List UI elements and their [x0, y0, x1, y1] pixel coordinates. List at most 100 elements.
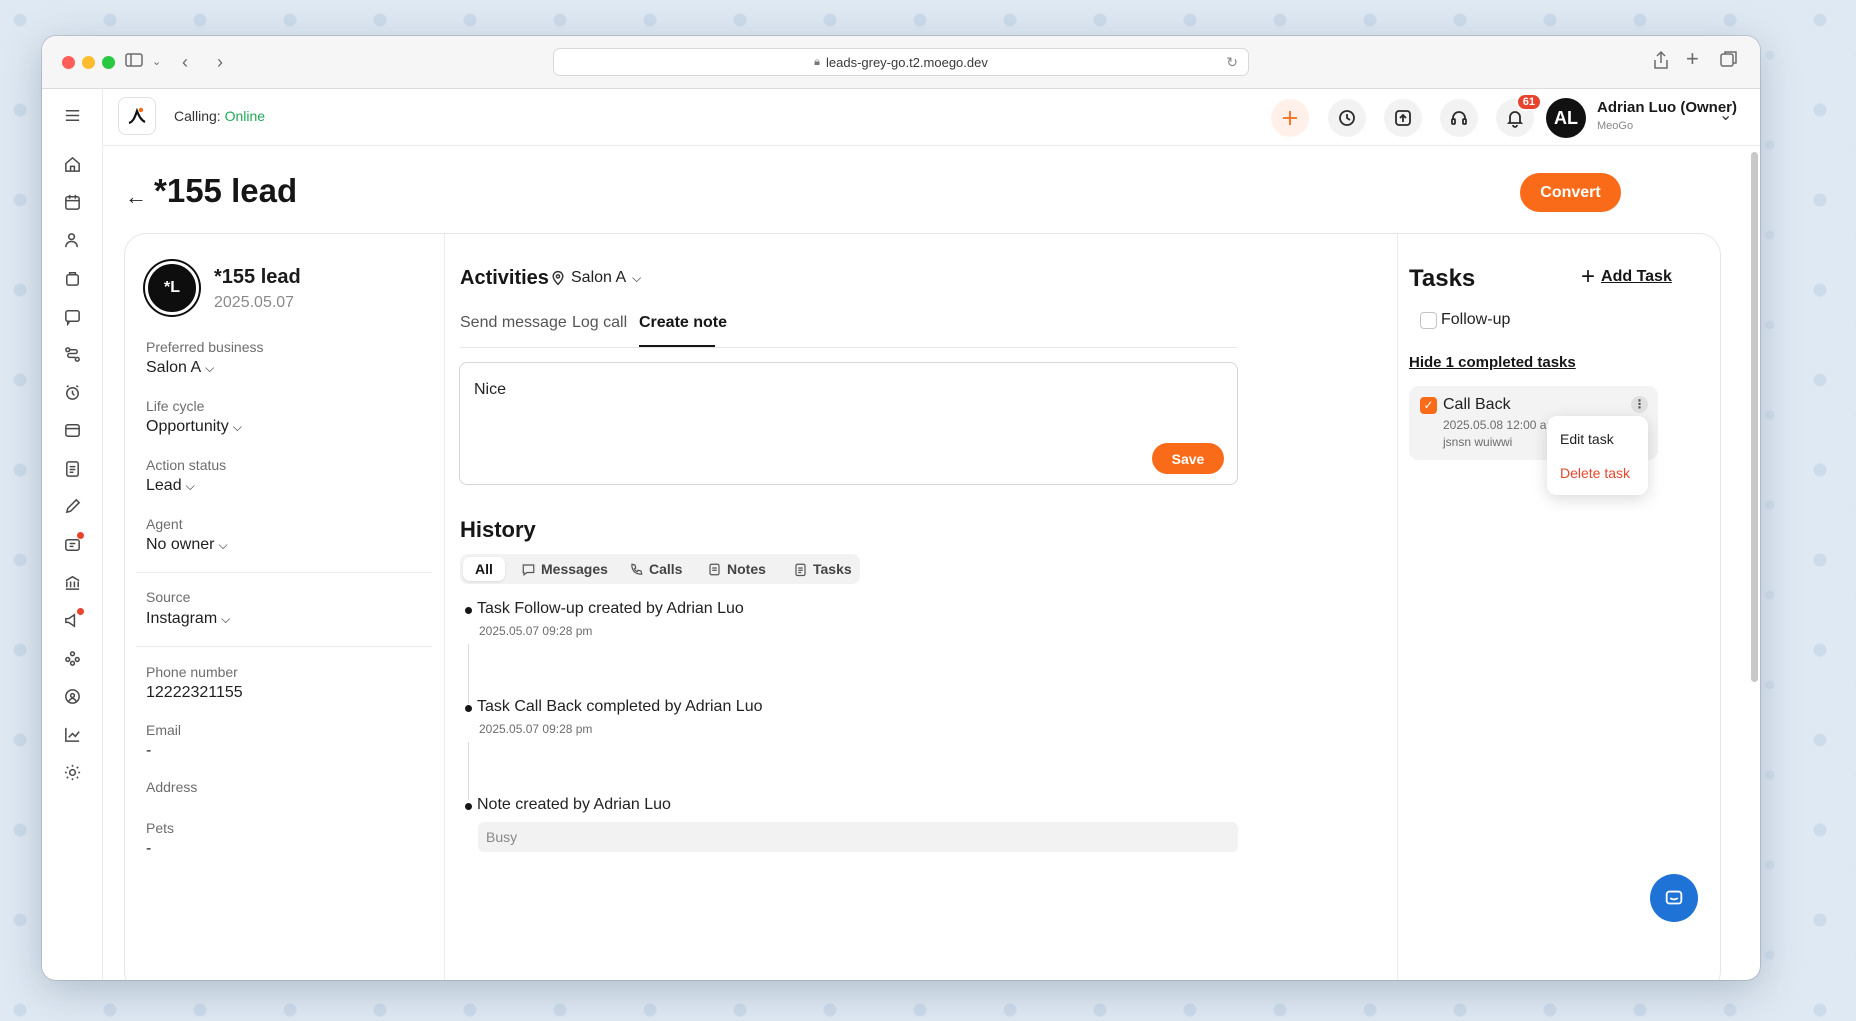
- calling-online-status: Online: [224, 108, 266, 124]
- menu-icon[interactable]: [60, 103, 84, 127]
- leads-alert-dot: [77, 532, 84, 539]
- tasks-title: Tasks: [1409, 265, 1476, 292]
- note-text: Nice: [474, 381, 507, 398]
- pets-value[interactable]: -: [146, 840, 151, 858]
- workflow-icon[interactable]: [60, 342, 84, 366]
- reload-icon[interactable]: ↻: [1226, 54, 1238, 71]
- upload-icon: [1395, 110, 1411, 126]
- close-window-button[interactable]: [62, 56, 75, 69]
- clients-icon[interactable]: [60, 228, 84, 252]
- chat-support-button[interactable]: [1650, 874, 1698, 922]
- quick-add-button[interactable]: [1271, 99, 1309, 137]
- email-value[interactable]: -: [146, 742, 151, 760]
- filter-notes[interactable]: Notes: [707, 554, 766, 584]
- settings-icon[interactable]: [60, 760, 84, 784]
- calendar-icon[interactable]: [60, 190, 84, 214]
- location-select[interactable]: Salon A ⌵: [550, 269, 641, 287]
- completed-task-label[interactable]: Call Back: [1443, 396, 1511, 414]
- delete-task-menu-item[interactable]: Delete task: [1560, 465, 1630, 481]
- history-bullet: [465, 705, 472, 712]
- life-cycle-label: Life cycle: [146, 398, 205, 414]
- address-bar[interactable]: 🔒︎ leads-grey-go.t2.moego.dev ↻: [553, 48, 1249, 76]
- leads-icon[interactable]: [60, 532, 84, 556]
- maximize-window-button[interactable]: [102, 56, 115, 69]
- pets-label: Pets: [146, 820, 175, 836]
- user-avatar[interactable]: AL: [1546, 98, 1586, 138]
- history-item-text: Task Call Back completed by Adrian Luo: [477, 698, 763, 715]
- task-checkbox[interactable]: [1420, 312, 1437, 329]
- location-value: Salon A: [571, 269, 627, 286]
- chevron-down-icon: ⌵: [632, 270, 642, 285]
- phone-label: Phone number: [146, 664, 238, 680]
- source-select[interactable]: Instagram ⌵: [146, 610, 230, 628]
- support-icon[interactable]: [60, 684, 84, 708]
- history-timeline: [468, 742, 469, 800]
- filter-tasks[interactable]: Tasks: [793, 554, 852, 584]
- reports-icon[interactable]: [60, 456, 84, 480]
- action-status-select[interactable]: Lead ⌵: [146, 477, 195, 495]
- filter-messages-label: Messages: [541, 561, 608, 577]
- filter-all[interactable]: All: [463, 557, 505, 581]
- filter-calls[interactable]: Calls: [629, 554, 682, 584]
- messages-icon[interactable]: [60, 304, 84, 328]
- home-icon[interactable]: [60, 152, 84, 176]
- browser-window: ⌄ ‹ › 🔒︎ leads-grey-go.t2.moego.dev ↻ +: [42, 36, 1760, 980]
- task-checkbox-checked[interactable]: ✓: [1420, 397, 1437, 414]
- sidebar-toggle-icon[interactable]: [124, 50, 144, 76]
- new-tab-icon[interactable]: +: [1686, 47, 1699, 71]
- note-textarea[interactable]: Nice Save: [459, 362, 1238, 485]
- filter-messages[interactable]: Messages: [521, 554, 608, 584]
- minimize-window-button[interactable]: [82, 56, 95, 69]
- agent-select[interactable]: No owner ⌵: [146, 536, 228, 554]
- task-label[interactable]: Follow-up: [1441, 311, 1510, 329]
- plus-icon: +: [1581, 263, 1596, 290]
- reminder-icon[interactable]: [60, 380, 84, 404]
- tab-create-note[interactable]: Create note: [639, 314, 727, 332]
- marketing-icon[interactable]: [60, 608, 84, 632]
- life-cycle-select[interactable]: Opportunity ⌵: [146, 418, 242, 436]
- life-cycle-value: Opportunity: [146, 418, 229, 435]
- bank-icon[interactable]: [60, 570, 84, 594]
- hide-completed-tasks-link[interactable]: Hide 1 completed tasks: [1409, 354, 1576, 371]
- pets-icon[interactable]: [60, 646, 84, 670]
- user-name[interactable]: Adrian Luo (Owner): [1597, 99, 1737, 116]
- scrollbar[interactable]: [1751, 152, 1758, 682]
- filter-notes-label: Notes: [727, 561, 766, 577]
- history-bullet: [465, 607, 472, 614]
- convert-button[interactable]: Convert: [1520, 173, 1621, 212]
- tab-send-message[interactable]: Send message: [460, 314, 567, 332]
- notifications-button[interactable]: 61: [1496, 93, 1542, 137]
- divider: [136, 646, 432, 647]
- chevron-down-icon[interactable]: ⌄: [1719, 105, 1732, 125]
- forward-nav-icon[interactable]: ›: [217, 50, 223, 74]
- more-options-icon[interactable]: ⋮: [1631, 396, 1648, 413]
- save-note-button[interactable]: Save: [1152, 443, 1224, 474]
- retail-icon[interactable]: [60, 266, 84, 290]
- share-icon[interactable]: [1652, 50, 1670, 76]
- tab-log-call[interactable]: Log call: [572, 314, 627, 332]
- chevron-down-icon: ⌵: [221, 612, 231, 626]
- back-arrow-icon[interactable]: ←: [125, 184, 147, 210]
- lead-name: *155 lead: [214, 266, 301, 288]
- tab-overview-icon[interactable]: [1720, 50, 1738, 74]
- support-button[interactable]: [1440, 99, 1478, 137]
- edit-task-menu-item[interactable]: Edit task: [1560, 431, 1614, 447]
- chevron-down-icon: ⌵: [205, 361, 215, 375]
- clock-button[interactable]: [1328, 99, 1366, 137]
- app-logo[interactable]: [118, 97, 156, 135]
- preferred-business-select[interactable]: Salon A ⌵: [146, 359, 214, 377]
- history-timeline: [468, 644, 469, 704]
- message-icon: [522, 563, 535, 576]
- insights-icon[interactable]: [60, 722, 84, 746]
- clock-icon: [1339, 110, 1355, 126]
- phone-value[interactable]: 12222321155: [146, 684, 243, 702]
- chevron-down-icon[interactable]: ⌄: [152, 50, 161, 74]
- source-label: Source: [146, 589, 191, 605]
- marketing-alert-dot: [77, 608, 84, 615]
- payments-icon[interactable]: [60, 418, 84, 442]
- plus-icon: [1283, 111, 1297, 125]
- upload-button[interactable]: [1384, 99, 1422, 137]
- add-task-button[interactable]: + Add Task: [1581, 263, 1672, 290]
- edit-icon[interactable]: [60, 494, 84, 518]
- back-nav-icon[interactable]: ‹: [182, 50, 188, 74]
